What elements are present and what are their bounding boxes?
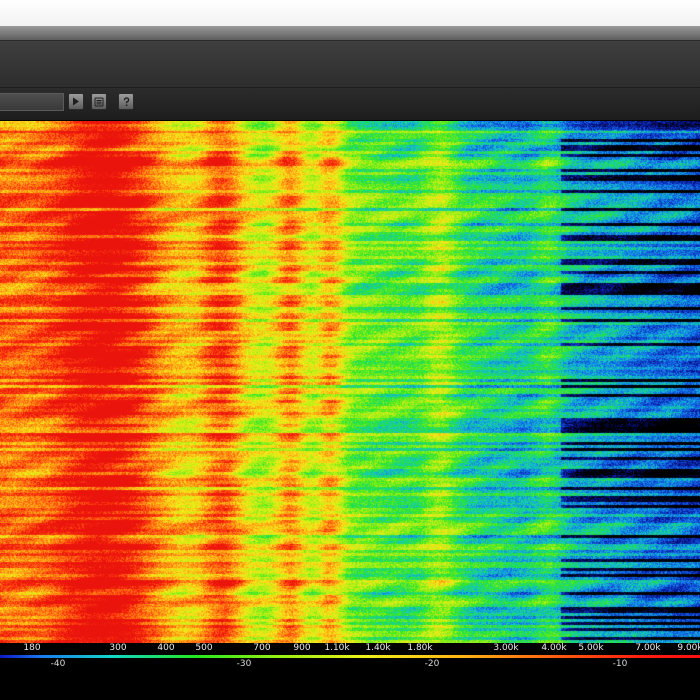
spectrogram-display[interactable] xyxy=(0,121,700,643)
help-button[interactable] xyxy=(118,93,134,110)
window-title-bar xyxy=(0,0,700,26)
help-icon xyxy=(123,96,129,106)
frequency-tick-label: 900 xyxy=(293,643,311,653)
frequency-tick-label: 3.00k xyxy=(493,643,519,653)
level-tick-label: -40 xyxy=(50,659,66,669)
list-icon xyxy=(94,97,104,106)
plugin-header-panel xyxy=(0,41,700,88)
frequency-tick-label: 180 xyxy=(23,643,41,653)
frequency-tick-label: 9.00k xyxy=(677,643,700,653)
frequency-tick-label: 400 xyxy=(157,643,175,653)
play-button[interactable] xyxy=(68,93,84,110)
frequency-tick-label: 1.10k xyxy=(324,643,350,653)
preset-field[interactable] xyxy=(0,93,64,111)
frequency-tick-label: 5.00k xyxy=(578,643,604,653)
level-color-scale xyxy=(0,655,700,658)
frequency-tick-label: 700 xyxy=(253,643,271,653)
frequency-tick-label: 7.00k xyxy=(635,643,661,653)
frequency-tick-label: 4.00k xyxy=(541,643,567,653)
play-icon xyxy=(73,97,79,106)
level-axis: -40 -30 -20 -10 xyxy=(0,659,700,700)
frequency-tick-label: 1.40k xyxy=(365,643,391,653)
list-button[interactable] xyxy=(91,93,107,110)
frequency-tick-label: 500 xyxy=(195,643,213,653)
level-tick-label: -30 xyxy=(236,659,252,669)
level-tick-label: -20 xyxy=(424,659,440,669)
menu-bar xyxy=(0,26,700,41)
frequency-tick-label: 300 xyxy=(109,643,127,653)
frequency-tick-label: 1.80k xyxy=(407,643,433,653)
level-tick-label: -10 xyxy=(612,659,628,669)
